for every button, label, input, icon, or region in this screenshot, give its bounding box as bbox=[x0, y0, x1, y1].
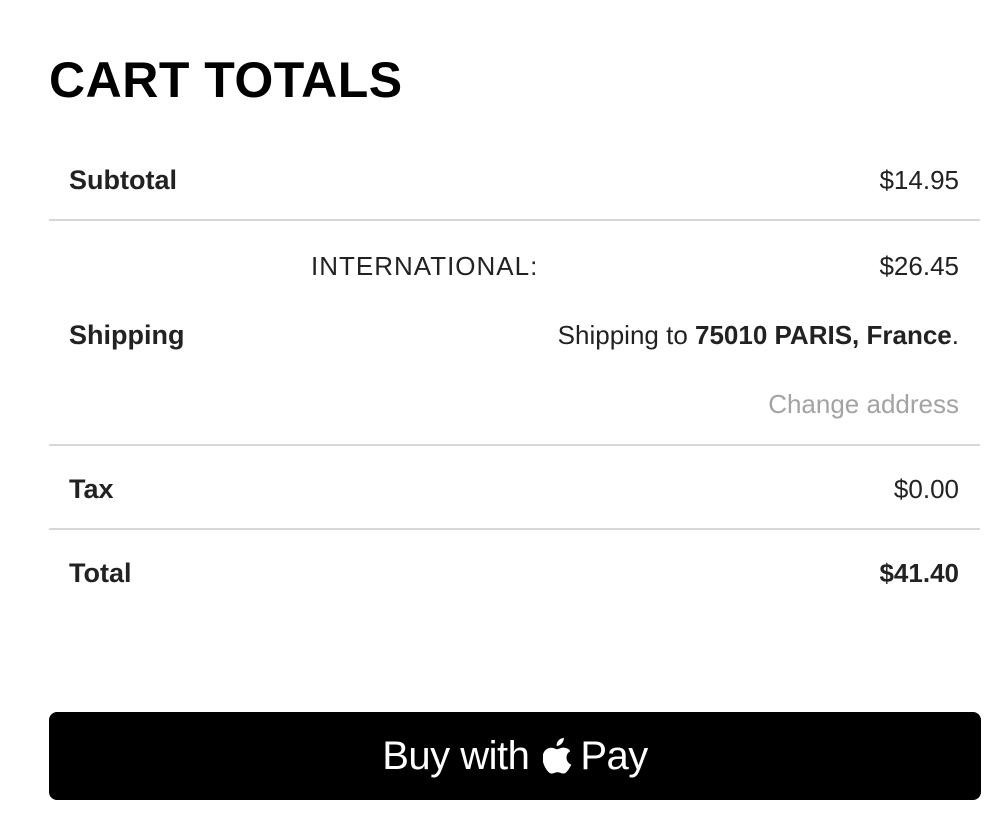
cart-totals-table: Subtotal $14.95 Shipping INTERNATIONAL: … bbox=[49, 138, 980, 614]
tax-row: Tax $0.00 bbox=[49, 446, 980, 530]
tax-label: Tax bbox=[69, 474, 114, 504]
change-address-link[interactable]: Change address bbox=[768, 389, 959, 420]
buy-with-apple-pay-button[interactable]: Buy with Pay bbox=[49, 712, 981, 800]
subtotal-value: $14.95 bbox=[879, 165, 959, 195]
shipping-label: Shipping bbox=[69, 320, 185, 350]
apple-pay-suffix: Pay bbox=[580, 733, 648, 778]
subtotal-label: Subtotal bbox=[69, 165, 177, 195]
total-label: Total bbox=[69, 558, 132, 588]
total-value: $41.40 bbox=[879, 558, 959, 588]
shipping-cost-value: $26.45 bbox=[879, 251, 959, 281]
shipping-destination-prefix: Shipping to bbox=[557, 320, 695, 350]
subtotal-row: Subtotal $14.95 bbox=[49, 138, 980, 221]
apple-pay-prefix: Buy with bbox=[382, 733, 530, 778]
shipping-destination-suffix: . bbox=[951, 320, 959, 350]
cart-totals-heading: CART TOTALS bbox=[49, 52, 403, 108]
shipping-destination: Shipping to 75010 PARIS, France. bbox=[558, 320, 959, 351]
shipping-destination-address: 75010 PARIS, France bbox=[695, 320, 952, 350]
tax-value: $0.00 bbox=[893, 474, 959, 504]
shipping-method-label: INTERNATIONAL: bbox=[311, 251, 539, 281]
total-row: Total $41.40 bbox=[49, 530, 980, 614]
shipping-row: Shipping INTERNATIONAL: $26.45 Shipping … bbox=[49, 221, 980, 446]
apple-logo-icon bbox=[543, 737, 572, 774]
